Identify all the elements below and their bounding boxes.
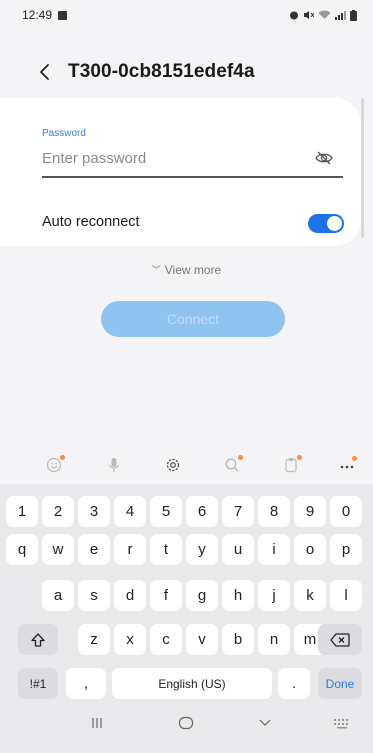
key-e[interactable]: e [78, 534, 110, 565]
view-more-label: View more [164, 263, 222, 277]
settings-gear-icon[interactable] [162, 454, 184, 476]
emoji-icon[interactable] [43, 454, 65, 476]
chevron-down-icon: ﹀ [151, 265, 161, 275]
back-chevron-icon[interactable] [38, 62, 52, 82]
key-k[interactable]: k [294, 580, 326, 611]
key-z[interactable]: z [78, 624, 110, 655]
search-icon[interactable] [221, 454, 243, 476]
connect-button[interactable]: Connect [101, 301, 285, 337]
backspace-icon [330, 632, 350, 647]
key-q[interactable]: q [6, 534, 38, 565]
key-5[interactable]: 5 [150, 496, 182, 527]
key-9[interactable]: 9 [294, 496, 326, 527]
key-d[interactable]: d [114, 580, 146, 611]
password-label: Password [42, 128, 86, 139]
status-time: 12:49 [22, 8, 53, 22]
page-title: T300-0cb8151edef4a [68, 61, 255, 82]
battery-icon [350, 9, 357, 21]
shift-arrow-icon [31, 632, 45, 647]
key-a[interactable]: a [42, 580, 74, 611]
password-underline [42, 176, 343, 178]
navigation-bar [0, 700, 373, 753]
gallery-notification-icon [58, 10, 68, 20]
auto-reconnect-toggle[interactable] [308, 214, 344, 233]
more-options-icon[interactable] [336, 454, 358, 476]
key-v[interactable]: v [186, 624, 218, 655]
key-1[interactable]: 1 [6, 496, 38, 527]
key-p[interactable]: p [330, 534, 362, 565]
key-4[interactable]: 4 [114, 496, 146, 527]
home-icon[interactable] [178, 716, 194, 730]
header: T300-0cb8151edef4a [0, 50, 373, 94]
key-o[interactable]: o [294, 534, 326, 565]
auto-reconnect-label: Auto reconnect [42, 214, 140, 230]
signal-icon [335, 11, 346, 20]
mute-icon [304, 11, 314, 19]
key-6[interactable]: 6 [186, 496, 218, 527]
shift-key[interactable] [18, 624, 58, 655]
key-8[interactable]: 8 [258, 496, 290, 527]
key-r[interactable]: r [114, 534, 146, 565]
password-input[interactable] [42, 146, 302, 170]
alarm-icon [290, 11, 298, 20]
key-s[interactable]: s [78, 580, 110, 611]
period-key[interactable]: . [278, 668, 310, 699]
space-key[interactable]: English (US) [112, 668, 272, 699]
key-i[interactable]: i [258, 534, 290, 565]
clipboard-icon[interactable] [280, 454, 302, 476]
key-f[interactable]: f [150, 580, 182, 611]
key-c[interactable]: c [150, 624, 182, 655]
key-x[interactable]: x [114, 624, 146, 655]
key-u[interactable]: u [222, 534, 254, 565]
comma-key[interactable]: , [66, 668, 106, 699]
key-n[interactable]: n [258, 624, 290, 655]
eye-slash-icon[interactable] [315, 151, 333, 165]
key-t[interactable]: t [150, 534, 182, 565]
key-g[interactable]: g [186, 580, 218, 611]
key-0[interactable]: 0 [330, 496, 362, 527]
key-3[interactable]: 3 [78, 496, 110, 527]
toggle-knob [327, 216, 342, 231]
key-w[interactable]: w [42, 534, 74, 565]
keyboard-switch-icon[interactable] [333, 716, 351, 730]
key-y[interactable]: y [186, 534, 218, 565]
recent-apps-icon[interactable] [90, 716, 104, 730]
wifi-icon [318, 10, 331, 19]
done-key[interactable]: Done [318, 668, 362, 699]
status-bar: 12:49 [0, 0, 373, 30]
key-h[interactable]: h [222, 580, 254, 611]
symbols-key[interactable]: !#1 [18, 668, 58, 699]
backspace-key[interactable] [318, 624, 362, 655]
key-2[interactable]: 2 [42, 496, 74, 527]
scroll-indicator [361, 98, 364, 238]
keyboard-toolbar [0, 446, 373, 484]
microphone-icon[interactable] [103, 454, 125, 476]
key-b[interactable]: b [222, 624, 254, 655]
hide-keyboard-icon[interactable] [258, 716, 272, 730]
key-l[interactable]: l [330, 580, 362, 611]
view-more-link[interactable]: ﹀ View more [0, 263, 373, 277]
network-settings-card: Password Auto reconnect [0, 98, 361, 246]
key-7[interactable]: 7 [222, 496, 254, 527]
key-j[interactable]: j [258, 580, 290, 611]
